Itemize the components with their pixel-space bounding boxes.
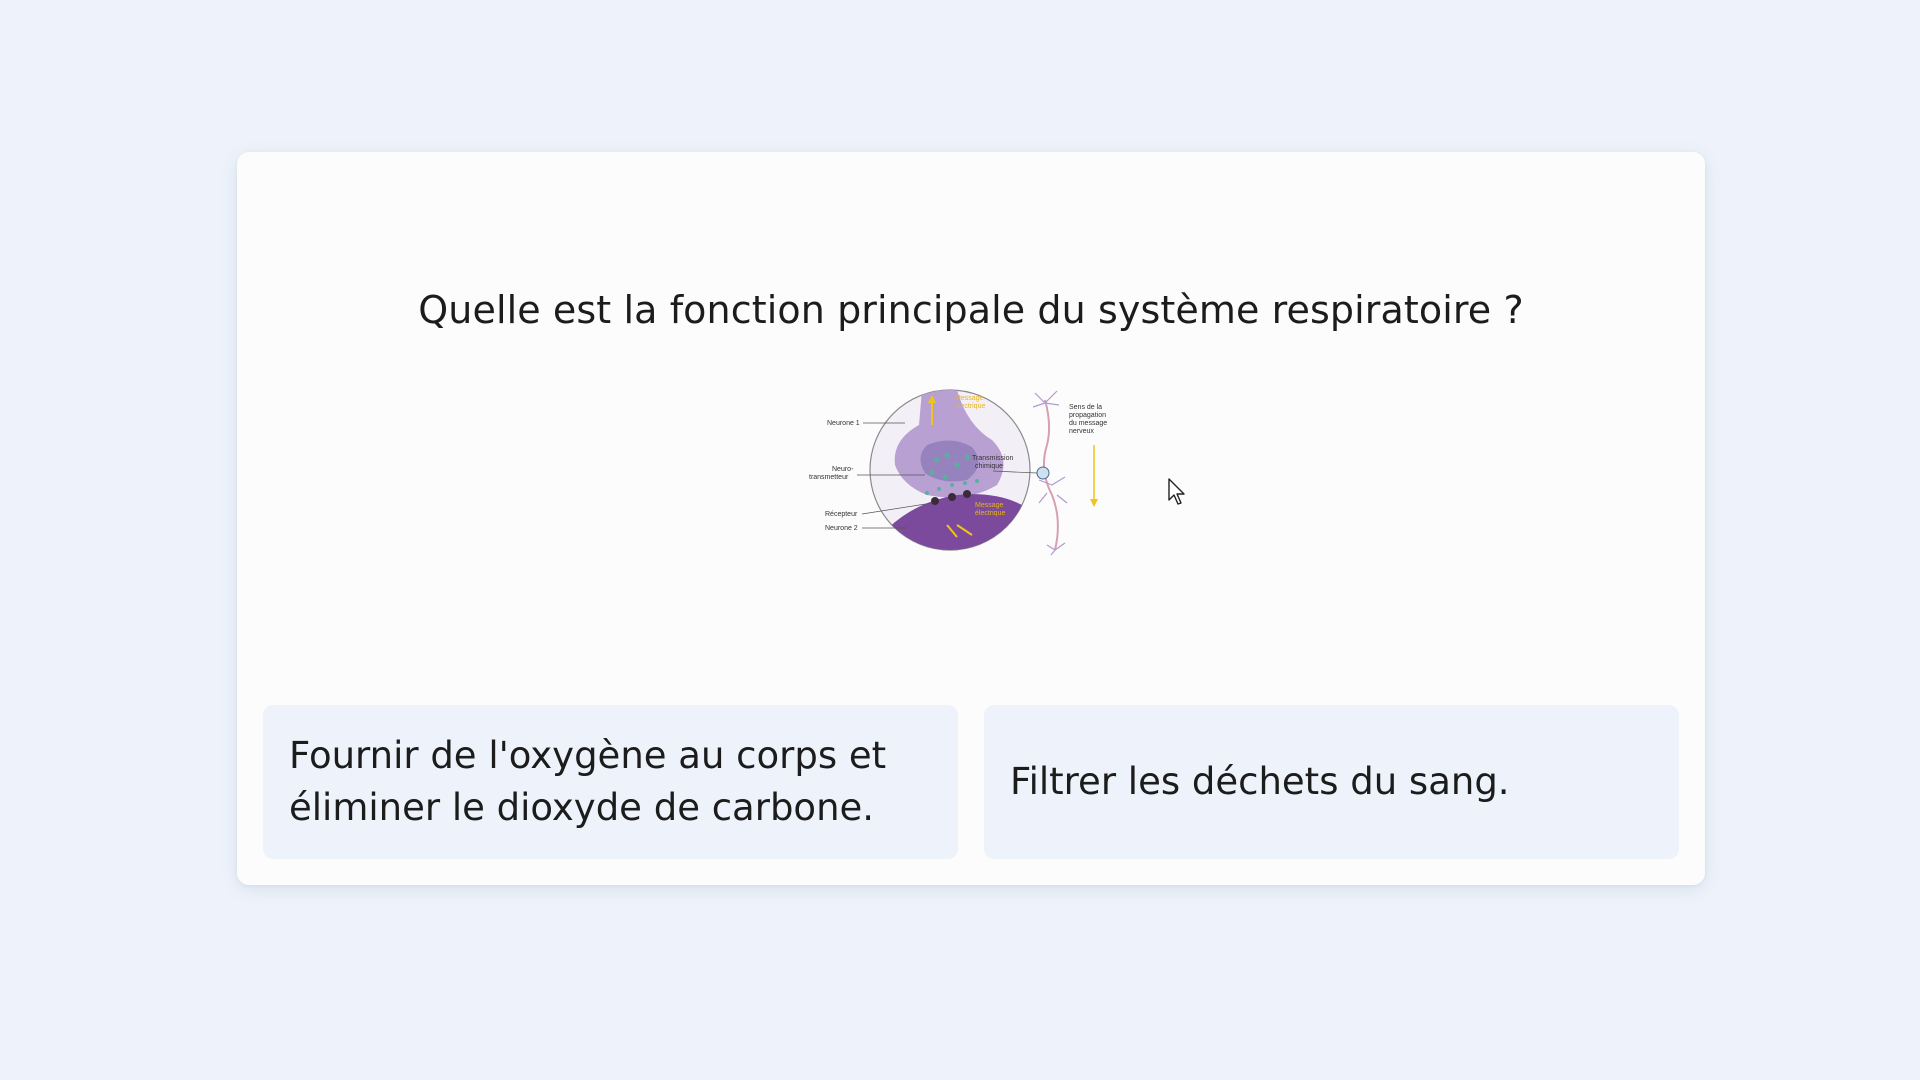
label-neurone-2: Neurone 2 [825, 525, 858, 532]
label-neurotransmetteur-2: transmetteur [809, 474, 849, 481]
mouse-pointer-icon [1168, 478, 1185, 505]
label-transmission-2: chimique [975, 463, 1003, 470]
label-sens-3: du message [1069, 420, 1107, 427]
synapse-diagram: Message électrique Neurone 1 Neuro- tran… [809, 389, 1107, 556]
label-message-top-2: électrique [955, 403, 985, 410]
label-message-top-1: Message [955, 395, 984, 402]
label-message-bottom-2: électrique [975, 510, 1005, 517]
label-sens-1: Sens de la [1069, 404, 1102, 411]
question-text: Quelle est la fonction principale du sys… [418, 288, 1524, 332]
label-neurone-1: Neurone 1 [827, 420, 860, 427]
label-message-bottom-1: Message [975, 502, 1004, 509]
quiz-card: Quelle est la fonction principale du sys… [237, 152, 1705, 885]
label-sens-2: propagation [1069, 412, 1106, 419]
answer-option-1-label: Fournir de l'oxygène au corps et élimine… [289, 734, 887, 829]
answer-option-2-label: Filtrer les déchets du sang. [1010, 760, 1510, 803]
answer-options: Fournir de l'oxygène au corps et élimine… [263, 705, 1679, 859]
answer-option-2[interactable]: Filtrer les déchets du sang. [984, 705, 1679, 859]
answer-option-1[interactable]: Fournir de l'oxygène au corps et élimine… [263, 705, 958, 859]
label-sens-4: nerveux [1069, 428, 1094, 435]
label-transmission-1: Transmission [972, 455, 1013, 462]
label-recepteur: Récepteur [825, 511, 858, 518]
label-neurotransmetteur-1: Neuro- [832, 466, 854, 473]
